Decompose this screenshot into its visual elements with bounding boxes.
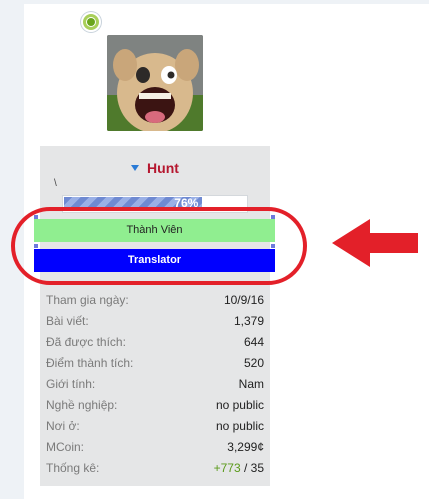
stat-row-location: Nơi ở: no public bbox=[46, 416, 264, 437]
stat-label: Nghề nghiệp: bbox=[46, 398, 118, 412]
stat-value: no public bbox=[215, 398, 264, 412]
stat-label: MCoin: bbox=[46, 440, 85, 454]
stat-value: no public bbox=[215, 419, 264, 433]
stat-value[interactable]: 1,379 bbox=[234, 311, 264, 332]
stat-row-occupation: Nghề nghiệp: no public bbox=[46, 395, 264, 416]
stat-label: Nơi ở: bbox=[46, 419, 80, 433]
avatar[interactable] bbox=[107, 35, 203, 131]
stat-value: 10/9/16 bbox=[223, 293, 264, 307]
stat-value: 3,299¢ bbox=[227, 440, 264, 454]
stat-value: 644 bbox=[243, 335, 264, 349]
stat-row-points: Điểm thành tích: 520 bbox=[46, 353, 264, 374]
dog-avatar-image bbox=[107, 35, 203, 131]
user-title: \ bbox=[54, 178, 57, 189]
negative-count: 35 bbox=[250, 461, 264, 475]
positive-count: +773 bbox=[213, 461, 241, 475]
red-arrow-icon bbox=[332, 219, 418, 267]
stat-value[interactable]: 520 bbox=[244, 353, 264, 374]
stat-label: Bài viết: bbox=[46, 314, 89, 328]
stat-row-mcoin: MCoin: 3,299¢ bbox=[46, 437, 264, 458]
stat-row-posts: Bài viết: 1,379 bbox=[46, 311, 264, 332]
stat-label: Giới tính: bbox=[46, 377, 96, 391]
stat-row-likes: Đã được thích: 644 bbox=[46, 332, 264, 353]
separator: / bbox=[240, 461, 251, 475]
stat-label: Tham gia ngày: bbox=[46, 293, 129, 307]
stat-row-statistics: Thống kê: +773 / 35 bbox=[46, 458, 264, 479]
username-text[interactable]: Hunt bbox=[147, 160, 179, 176]
user-stats: Tham gia ngày: 10/9/16 Bài viết: 1,379 Đ… bbox=[46, 290, 264, 479]
stat-row-join-date: Tham gia ngày: 10/9/16 bbox=[46, 290, 264, 311]
caret-down-icon[interactable] bbox=[131, 165, 140, 171]
top-background-strip bbox=[24, 0, 429, 4]
stat-value-statistics: +773 / 35 bbox=[214, 458, 264, 479]
stat-label: Thống kê: bbox=[46, 461, 100, 475]
stat-label: Đã được thích: bbox=[46, 335, 126, 349]
online-status-icon bbox=[81, 12, 101, 32]
stat-label: Điểm thành tích: bbox=[46, 356, 134, 370]
stat-row-gender: Giới tính: Nam bbox=[46, 374, 264, 395]
stat-value: Nam bbox=[238, 377, 264, 391]
annotation-highlight-oval bbox=[11, 207, 307, 285]
username-link[interactable]: Hunt bbox=[40, 160, 270, 176]
